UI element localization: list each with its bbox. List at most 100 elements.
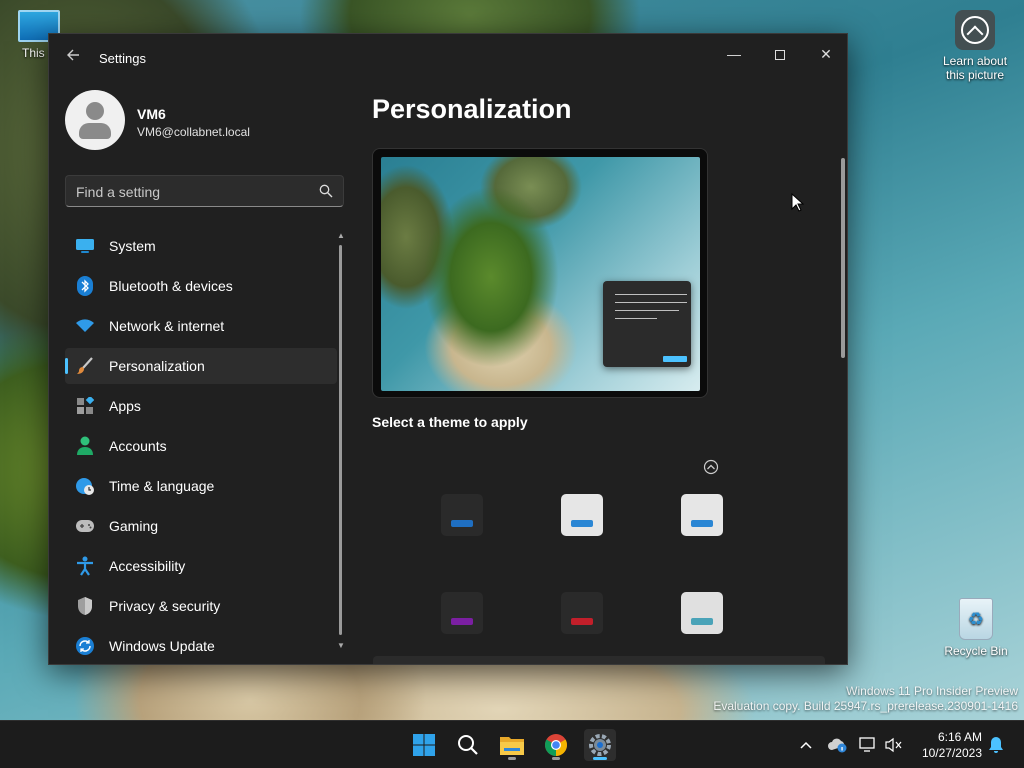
update-icon: [75, 636, 95, 656]
avatar[interactable]: [65, 90, 125, 150]
running-indicator: [552, 757, 560, 760]
preview-line: [615, 310, 679, 311]
theme-preview: [372, 148, 708, 398]
nav-label-privacy: Privacy & security: [109, 598, 221, 614]
learn-about-picture-desktop-icon[interactable]: Learn about this picture: [934, 10, 1016, 82]
nav-item-accounts[interactable]: Accounts: [65, 428, 337, 464]
gamepad-icon: [75, 516, 95, 536]
brush-icon: [75, 356, 95, 376]
nav-scrollbar[interactable]: ▲ ▼: [337, 231, 345, 651]
nav-item-privacy[interactable]: Privacy & security: [65, 588, 337, 624]
chevron-up-icon: [800, 741, 812, 749]
search-input[interactable]: [76, 182, 306, 202]
theme-tile-dark-red[interactable]: [561, 592, 603, 634]
chrome-button[interactable]: [540, 729, 572, 761]
start-button[interactable]: [408, 729, 440, 761]
recycle-bin-label: Recycle Bin: [944, 644, 1008, 658]
theme-accent-swatch: [571, 618, 593, 625]
nav-item-bluetooth[interactable]: Bluetooth & devices: [65, 268, 337, 304]
theme-tile-light-blue[interactable]: [561, 494, 603, 536]
nav-label-network: Network & internet: [109, 318, 225, 334]
mouse-cursor-icon: [791, 193, 805, 212]
close-icon: ✕: [820, 46, 832, 62]
nav-item-network[interactable]: Network & internet: [65, 308, 337, 344]
page-title: Personalization: [372, 94, 572, 124]
watermark-build: Evaluation copy. Build 25947.rs_prerelea…: [713, 699, 1018, 713]
recycle-bin-desktop-icon[interactable]: ♻ Recycle Bin: [942, 598, 1010, 658]
file-explorer-button[interactable]: [496, 729, 528, 761]
preview-sample-window: [603, 281, 691, 367]
theme-accent-swatch: [451, 520, 473, 527]
nav-label-system: System: [109, 238, 156, 254]
nav-item-accessibility[interactable]: Accessibility: [65, 548, 337, 584]
person-icon: [75, 436, 95, 456]
globe-clock-icon: [75, 476, 95, 496]
nav-label-personalization: Personalization: [109, 358, 205, 374]
user-email: VM6@collabnet.local: [137, 125, 250, 139]
nav-item-time-language[interactable]: Time & language: [65, 468, 337, 504]
nav-label-time-language: Time & language: [109, 478, 215, 494]
nav-item-system[interactable]: System: [65, 228, 337, 264]
bell-icon: [989, 737, 1003, 753]
maximize-icon: [775, 50, 785, 61]
main-scrollbar-thumb[interactable]: [841, 158, 845, 358]
nav-item-apps[interactable]: Apps: [65, 388, 337, 424]
nav-item-gaming[interactable]: Gaming: [65, 508, 337, 544]
theme-heading: Select a theme to apply: [372, 414, 528, 430]
nav-item-personalization[interactable]: Personalization: [65, 348, 337, 384]
notifications-button[interactable]: [986, 735, 1006, 755]
maximize-button[interactable]: [757, 40, 803, 68]
volume-muted-icon: [885, 737, 902, 753]
nav-item-windows-update[interactable]: Windows Update: [65, 628, 337, 664]
file-explorer-icon: [500, 737, 524, 755]
taskbar: 6:16 AM 10/27/2023: [0, 720, 1024, 768]
minimize-button[interactable]: —: [711, 40, 757, 68]
theme-tile-light-blue-2[interactable]: [681, 494, 723, 536]
clock-date[interactable]: 10/27/2023: [914, 746, 982, 760]
theme-accent-swatch: [571, 520, 593, 527]
clock-time[interactable]: 6:16 AM: [914, 730, 982, 744]
collapse-up-icon[interactable]: [703, 459, 719, 475]
minimize-icon: —: [727, 46, 741, 62]
spotlight-icon: [955, 10, 995, 50]
system-icon: [75, 236, 95, 256]
wallpaper-preview-image: [381, 157, 700, 391]
show-hidden-icons-button[interactable]: [796, 735, 816, 755]
cloud-info-icon: [828, 738, 847, 753]
build-watermark: Windows 11 Pro Insider Preview Evaluatio…: [713, 684, 1018, 714]
active-indicator: [593, 757, 607, 760]
title-bar[interactable]: Settings — ✕: [49, 34, 847, 82]
theme-accent-swatch: [691, 520, 713, 527]
taskbar-search-button[interactable]: [452, 729, 484, 761]
scroll-up-icon[interactable]: ▲: [337, 231, 345, 240]
theme-tile-dark-purple[interactable]: [441, 592, 483, 634]
back-button[interactable]: [63, 48, 83, 68]
settings-taskbar-button[interactable]: [584, 729, 616, 761]
chrome-icon: [545, 734, 567, 756]
search-box[interactable]: [65, 175, 344, 207]
nav-scrollbar-thumb[interactable]: [339, 245, 342, 635]
accessibility-icon: [75, 556, 95, 576]
nav-label-gaming: Gaming: [109, 518, 159, 534]
user-name: VM6: [137, 106, 166, 122]
theme-tile-light-teal[interactable]: [681, 592, 723, 634]
onedrive-tray-button[interactable]: [828, 735, 848, 755]
learn-about-picture-label: Learn about this picture: [942, 54, 1008, 82]
volume-tray-button[interactable]: [884, 735, 904, 755]
search-icon[interactable]: [319, 184, 333, 198]
preview-line: [615, 302, 687, 303]
nav-label-bluetooth: Bluetooth & devices: [109, 278, 233, 294]
scroll-down-icon[interactable]: ▼: [337, 641, 345, 650]
close-button[interactable]: ✕: [803, 40, 847, 68]
nav-label-accessibility: Accessibility: [109, 558, 186, 574]
next-section-card: [373, 656, 825, 664]
theme-tile-dark-blue[interactable]: [441, 494, 483, 536]
network-tray-button[interactable]: [858, 735, 878, 755]
theme-accent-swatch: [691, 618, 713, 625]
running-indicator: [508, 757, 516, 760]
watermark-edition: Windows 11 Pro Insider Preview: [846, 684, 1018, 698]
nav-label-accounts: Accounts: [109, 438, 167, 454]
settings-icon: [589, 734, 611, 756]
nav-label-windows-update: Windows Update: [109, 638, 215, 654]
settings-window: Settings — ✕ VM6 VM6@collabnet.local Sys…: [48, 33, 848, 665]
